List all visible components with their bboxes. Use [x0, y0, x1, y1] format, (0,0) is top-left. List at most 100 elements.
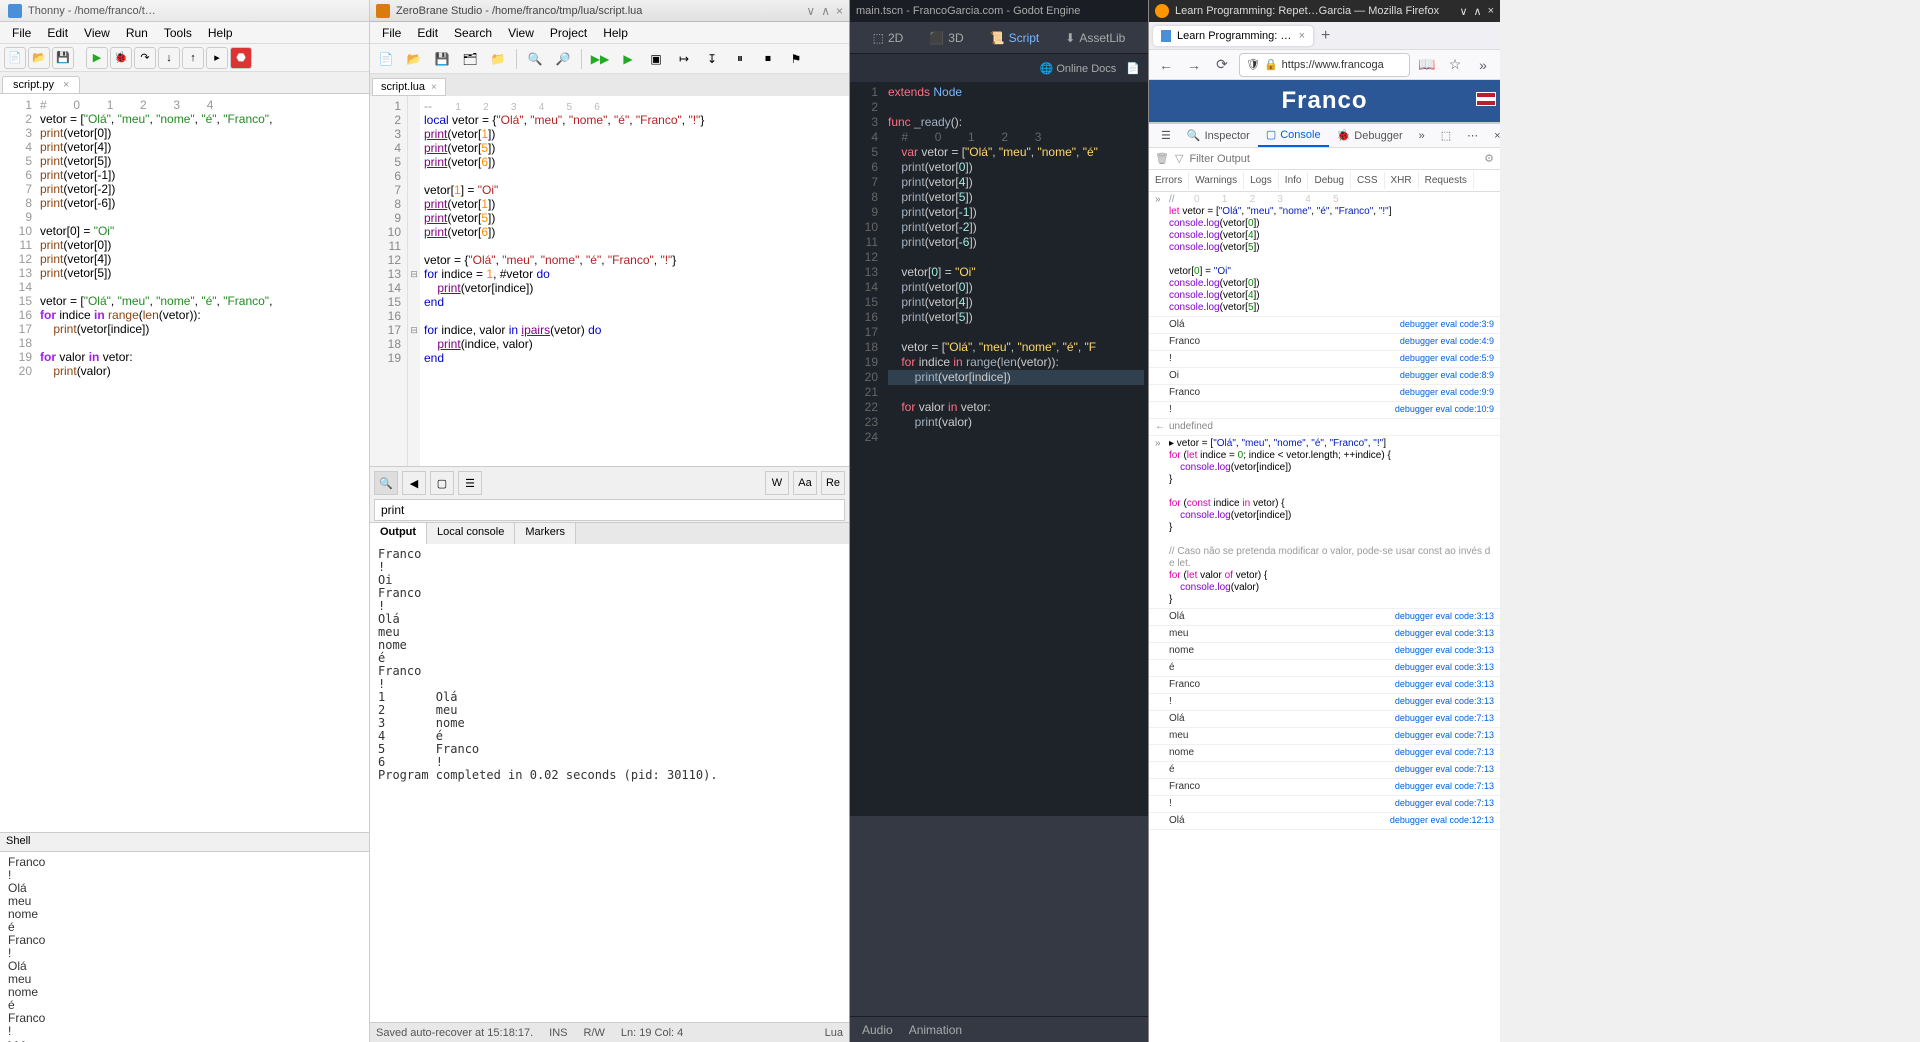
console-entry[interactable]: Oidebugger eval code:8:9: [1149, 368, 1500, 385]
find-box-icon[interactable]: ▢: [430, 471, 454, 495]
toggle-icon[interactable]: ⚑: [784, 47, 808, 71]
close-icon[interactable]: ×: [1488, 5, 1494, 18]
console-entry[interactable]: édebugger eval code:3:13: [1149, 660, 1500, 677]
find-icon[interactable]: 🔍: [523, 47, 547, 71]
console-entry[interactable]: Oládebugger eval code:3:9: [1149, 317, 1500, 334]
case-button[interactable]: Aa: [793, 471, 817, 495]
stop-icon[interactable]: ⏹: [756, 47, 780, 71]
menu-view[interactable]: View: [500, 24, 542, 42]
devtools-tab-icon[interactable]: »: [1411, 126, 1433, 146]
category-warnings[interactable]: Warnings: [1189, 172, 1244, 189]
debug-icon[interactable]: 🐞: [110, 47, 132, 69]
settings-icon[interactable]: ⚙: [1484, 152, 1494, 165]
menu-file[interactable]: File: [4, 24, 39, 42]
reload-icon[interactable]: ⟳: [1211, 54, 1233, 76]
menu-edit[interactable]: Edit: [409, 24, 446, 42]
stop-icon[interactable]: ⬣: [230, 47, 252, 69]
find-list-icon[interactable]: ☰: [458, 471, 482, 495]
regex-button[interactable]: Re: [821, 471, 845, 495]
zb-output[interactable]: Franco ! Oi Franco ! Olá meu nome é Fran…: [370, 544, 849, 1022]
close-icon[interactable]: ×: [431, 82, 437, 93]
reader-icon[interactable]: 📖: [1416, 54, 1438, 76]
step-icon[interactable]: ↦: [672, 47, 696, 71]
category-logs[interactable]: Logs: [1244, 172, 1279, 189]
zb-code[interactable]: -- 1 2 3 4 5 6local vetor = {"Olá", "meu…: [420, 96, 849, 466]
save-icon[interactable]: 💾: [52, 47, 74, 69]
close-icon[interactable]: ×: [63, 79, 69, 91]
new-icon[interactable]: 📄: [374, 47, 398, 71]
workspace-tab-script[interactable]: 📜Script: [982, 27, 1048, 49]
maximize-icon[interactable]: ∧: [821, 4, 830, 18]
console-entry[interactable]: meudebugger eval code:3:13: [1149, 626, 1500, 643]
filter-input[interactable]: [1189, 153, 1478, 165]
trash-icon[interactable]: 🗑: [1155, 152, 1169, 165]
console-entry[interactable]: !debugger eval code:7:13: [1149, 796, 1500, 813]
devtools-tab-debugger[interactable]: 🐞Debugger: [1329, 125, 1411, 146]
open-icon[interactable]: 📂: [402, 47, 426, 71]
overflow-icon[interactable]: »: [1472, 54, 1494, 76]
thonny-tab-script[interactable]: script.py ×: [2, 76, 80, 93]
menu-run[interactable]: Run: [118, 24, 156, 42]
back-icon[interactable]: ←: [1155, 54, 1177, 76]
maximize-icon[interactable]: ∧: [1474, 5, 1482, 18]
funnel-icon[interactable]: ▽: [1175, 152, 1183, 165]
menu-help[interactable]: Help: [200, 24, 241, 42]
menu-project[interactable]: Project: [542, 24, 595, 42]
debug-icon[interactable]: ▣: [644, 47, 668, 71]
category-xhr[interactable]: XHR: [1385, 172, 1419, 189]
online-docs-link[interactable]: 🌐 Online Docs: [1040, 62, 1117, 75]
run-icon[interactable]: ▶: [86, 47, 108, 69]
break-icon[interactable]: ⏸: [728, 47, 752, 71]
menu-file[interactable]: File: [374, 24, 409, 42]
workspace-tab-2d[interactable]: ⬚2D: [865, 27, 912, 49]
category-css[interactable]: CSS: [1351, 172, 1385, 189]
run-icon[interactable]: ▶▶: [588, 47, 612, 71]
resume-icon[interactable]: ▸: [206, 47, 228, 69]
category-debug[interactable]: Debug: [1308, 172, 1350, 189]
console-entry[interactable]: Oládebugger eval code:3:13: [1149, 609, 1500, 626]
close-icon[interactable]: ×: [1299, 30, 1305, 42]
new-file-icon[interactable]: 📄: [4, 47, 26, 69]
zerobrane-tab-script[interactable]: script.lua ×: [372, 78, 446, 96]
console-entry[interactable]: meudebugger eval code:7:13: [1149, 728, 1500, 745]
console-entry[interactable]: Francodebugger eval code:3:13: [1149, 677, 1500, 694]
close-icon[interactable]: ×: [1486, 126, 1508, 146]
save-icon[interactable]: 💾: [430, 47, 454, 71]
console-entry[interactable]: nomedebugger eval code:3:13: [1149, 643, 1500, 660]
devtools-tab-icon[interactable]: ☰: [1153, 125, 1179, 146]
forward-icon[interactable]: →: [1183, 54, 1205, 76]
step2-icon[interactable]: ↧: [700, 47, 724, 71]
more-icon[interactable]: ⋯: [1459, 125, 1486, 146]
docs-icon[interactable]: 📄: [1126, 62, 1140, 75]
console-entry[interactable]: »// 0 1 2 3 4 5 let vetor = ["Olá", "meu…: [1149, 192, 1500, 317]
category-info[interactable]: Info: [1279, 172, 1309, 189]
devtools-tab-console[interactable]: ▢Console: [1258, 124, 1329, 147]
new-tab-button[interactable]: +: [1313, 23, 1338, 49]
responsive-icon[interactable]: ⬚: [1433, 125, 1459, 146]
console-entry[interactable]: ←undefined: [1149, 419, 1500, 436]
animation-tab[interactable]: Animation: [909, 1023, 962, 1037]
thonny-shell[interactable]: Franco!OlámeunomeéFranco!OlámeunomeéFran…: [0, 852, 369, 1042]
thonny-editor[interactable]: 1234567891011121314151617181920 # 0 1 2 …: [0, 94, 369, 832]
step-into-icon[interactable]: ↓: [158, 47, 180, 69]
thonny-code[interactable]: # 0 1 2 3 4vetor = ["Olá", "meu", "nome"…: [38, 94, 369, 832]
audio-tab[interactable]: Audio: [862, 1023, 893, 1037]
step-over-icon[interactable]: ↷: [134, 47, 156, 69]
whole-word-button[interactable]: W: [765, 471, 789, 495]
console-entry[interactable]: Francodebugger eval code:9:9: [1149, 385, 1500, 402]
category-errors[interactable]: Errors: [1149, 172, 1189, 189]
zerobrane-editor[interactable]: 12345678910111213141516171819 ⊟⊟ -- 1 2 …: [370, 96, 849, 466]
output-tab-local-console[interactable]: Local console: [427, 523, 515, 544]
category-requests[interactable]: Requests: [1419, 172, 1474, 189]
find-prev-icon[interactable]: ◀: [402, 471, 426, 495]
output-tab-output[interactable]: Output: [370, 523, 427, 544]
bookmark-icon[interactable]: ☆: [1444, 54, 1466, 76]
project-icon[interactable]: 📁: [486, 47, 510, 71]
workspace-tab-assetlib[interactable]: ⬇AssetLib: [1057, 27, 1133, 49]
close-icon[interactable]: ×: [836, 4, 843, 18]
devtools-tab-inspector[interactable]: 🔍Inspector: [1179, 125, 1258, 146]
console-entry[interactable]: Oládebugger eval code:12:13: [1149, 813, 1500, 830]
run-single-icon[interactable]: ▶: [616, 47, 640, 71]
open-file-icon[interactable]: 📂: [28, 47, 50, 69]
menu-edit[interactable]: Edit: [39, 24, 76, 42]
